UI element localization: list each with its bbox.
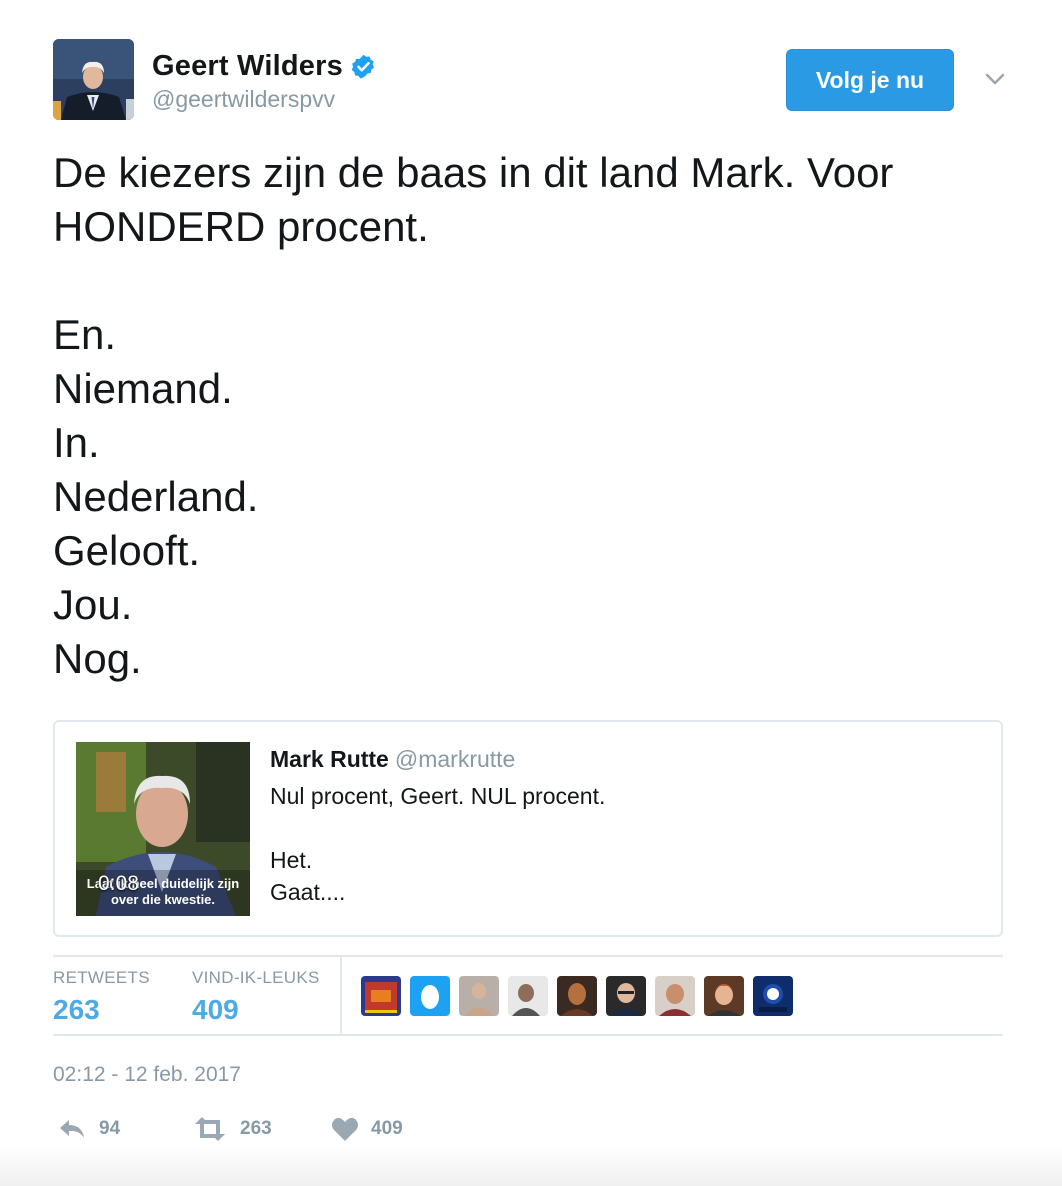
video-thumbnail[interactable]: Laat ik heel duidelijk zijn over die kwe… bbox=[76, 742, 250, 916]
retweets-stat[interactable]: RETWEETS 263 bbox=[53, 968, 150, 1026]
author-handle[interactable]: @geertwilderspvv bbox=[152, 86, 335, 113]
tweet-line: En. bbox=[53, 311, 117, 358]
quoted-line: Nul procent, Geert. NUL procent. bbox=[270, 783, 606, 809]
reply-count: 94 bbox=[99, 1118, 121, 1139]
like-count: 409 bbox=[371, 1118, 403, 1139]
retweet-icon bbox=[195, 1117, 225, 1141]
likes-label: VIND-IK-LEUKS bbox=[192, 968, 320, 987]
retweets-label: RETWEETS bbox=[53, 968, 150, 987]
likes-count[interactable]: 409 bbox=[192, 994, 320, 1026]
like-button[interactable]: 409 bbox=[331, 1116, 403, 1142]
author-avatar[interactable] bbox=[53, 39, 134, 120]
retweet-button[interactable]: 263 bbox=[192, 1116, 272, 1142]
divider bbox=[53, 1034, 1003, 1036]
tweet-line: De kiezers zijn de baas in dit land Mark… bbox=[53, 149, 894, 196]
liker-avatar[interactable] bbox=[753, 976, 793, 1016]
quoted-line: Het. bbox=[270, 847, 313, 873]
tweet-line: Gelooft. bbox=[53, 527, 201, 574]
video-duration: 0:08 bbox=[98, 872, 139, 895]
liker-avatar[interactable] bbox=[557, 976, 597, 1016]
tweet-line: HONDERD procent. bbox=[53, 203, 429, 250]
tweet-line: Niemand. bbox=[53, 365, 233, 412]
chevron-down-icon[interactable] bbox=[984, 68, 1006, 90]
liker-avatar-egg[interactable] bbox=[410, 976, 450, 1016]
quoted-tweet-card[interactable]: Laat ik heel duidelijk zijn over die kwe… bbox=[53, 720, 1003, 937]
liker-avatar[interactable] bbox=[655, 976, 695, 1016]
tweet-line: In. bbox=[53, 419, 100, 466]
author-name[interactable]: Geert Wilders bbox=[152, 50, 343, 83]
likes-stat[interactable]: VIND-IK-LEUKS 409 bbox=[192, 968, 320, 1026]
follow-button[interactable]: Volg je nu bbox=[786, 49, 954, 111]
tweet-text: De kiezers zijn de baas in dit land Mark… bbox=[53, 146, 1013, 686]
quoted-author-handle: @markrutte bbox=[394, 746, 516, 772]
tweet-line: Nederland. bbox=[53, 473, 259, 520]
verified-badge-icon bbox=[351, 54, 374, 79]
quoted-line: Gaat.... bbox=[270, 879, 346, 905]
reply-icon bbox=[60, 1120, 84, 1138]
divider bbox=[53, 955, 1003, 957]
liker-avatar[interactable] bbox=[508, 976, 548, 1016]
heart-icon bbox=[332, 1117, 358, 1141]
tweet-timestamp[interactable]: 02:12 - 12 feb. 2017 bbox=[53, 1063, 241, 1087]
quoted-blank-line bbox=[270, 812, 605, 844]
tweet-line: Jou. bbox=[53, 581, 133, 628]
tweet-line: Nog. bbox=[53, 635, 142, 682]
liker-avatar[interactable] bbox=[704, 976, 744, 1016]
retweets-count[interactable]: 263 bbox=[53, 994, 150, 1026]
likers-avatars bbox=[361, 976, 802, 1016]
retweet-count: 263 bbox=[240, 1118, 272, 1139]
liker-avatar[interactable] bbox=[606, 976, 646, 1016]
liker-avatar[interactable] bbox=[459, 976, 499, 1016]
quoted-author-name: Mark Rutte bbox=[270, 746, 389, 772]
stats-separator bbox=[340, 957, 342, 1035]
reply-button[interactable]: 94 bbox=[57, 1116, 120, 1142]
bottom-fade bbox=[0, 1146, 1062, 1186]
liker-avatar[interactable] bbox=[361, 976, 401, 1016]
quoted-tweet-text: Nul procent, Geert. NUL procent. Het. Ga… bbox=[270, 780, 605, 908]
